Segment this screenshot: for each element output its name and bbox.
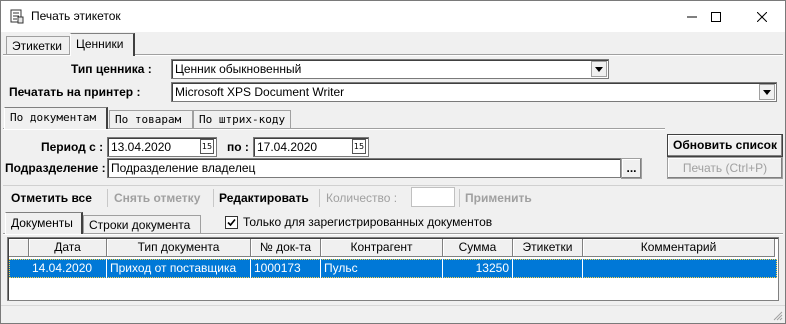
calendar-icon[interactable]: 15	[352, 139, 366, 154]
tab-by-documents[interactable]: По документам	[4, 107, 108, 129]
chevron-down-icon[interactable]	[759, 84, 775, 100]
checkmark-icon	[227, 218, 236, 227]
price-tag-type-select[interactable]: Ценник обыкновенный	[171, 59, 609, 79]
toolbar-divider	[3, 185, 783, 186]
period-from-field[interactable]: 13.04.2020 15	[107, 137, 217, 157]
quantity-input[interactable]	[411, 187, 455, 207]
refresh-list-button[interactable]: Обновить список	[667, 134, 783, 157]
price-tag-type-label: Тип ценника :	[71, 62, 152, 76]
apply-button[interactable]: Применить	[465, 188, 532, 208]
grid-header-doc-number[interactable]: № док-та	[251, 239, 321, 257]
close-button[interactable]	[739, 1, 785, 32]
printer-select[interactable]: Microsoft XPS Document Writer	[171, 82, 777, 102]
period-from-value: 13.04.2020	[111, 140, 172, 154]
title-bar[interactable]: Печать этикеток	[1, 1, 785, 32]
tab-documents[interactable]: Документы	[5, 212, 83, 234]
window-title: Печать этикеток	[31, 9, 121, 23]
grid-header-indicator	[9, 239, 29, 257]
tab-document-lines[interactable]: Строки документа	[83, 215, 201, 235]
period-from-label: Период с :	[41, 140, 104, 154]
period-to-value: 17.04.2020	[257, 140, 318, 154]
documents-grid[interactable]: Дата Тип документа № док-та Контрагент С…	[7, 237, 779, 301]
status-bar	[1, 305, 785, 323]
quantity-label: Количество :	[326, 191, 398, 205]
cell-sum[interactable]: 13250	[443, 259, 513, 278]
cell-date[interactable]: 14.04.2020	[29, 259, 107, 278]
chevron-down-icon[interactable]	[591, 61, 607, 77]
toolbar-separator	[213, 189, 214, 207]
subdivision-field[interactable]: Подразделение владелец	[107, 158, 621, 178]
grid-header-sum[interactable]: Сумма	[443, 239, 513, 257]
subdivision-value: Подразделение владелец	[111, 161, 256, 175]
unmark-button[interactable]: Снять отметку	[114, 188, 200, 208]
grid-header-labels[interactable]: Этикетки	[513, 239, 583, 257]
maximize-button[interactable]	[693, 1, 739, 32]
edit-button[interactable]: Редактировать	[219, 188, 309, 208]
source-tabs-divider	[3, 129, 665, 130]
cell-counterparty[interactable]: Пульс	[321, 259, 443, 278]
cell-comment[interactable]	[583, 259, 775, 278]
cell-labels[interactable]	[513, 259, 583, 278]
cell-doc-number[interactable]: 1000173	[251, 259, 321, 278]
grid-header-counterparty[interactable]: Контрагент	[321, 239, 443, 257]
doc-tabs-divider	[3, 234, 783, 235]
mark-all-button[interactable]: Отметить все	[11, 188, 92, 208]
maximize-icon	[711, 11, 721, 22]
close-icon	[757, 11, 767, 22]
toolbar-separator	[319, 189, 320, 207]
print-labels-window: Печать этикеток Этикетки Ценники Тип цен…	[0, 0, 786, 324]
period-to-label: по :	[227, 140, 249, 154]
printer-label: Печатать на принтер :	[9, 85, 141, 99]
grid-header-doc-type[interactable]: Тип документа	[107, 239, 251, 257]
period-to-field[interactable]: 17.04.2020 15	[253, 137, 369, 157]
resize-grip-icon[interactable]	[771, 309, 783, 321]
printer-value: Microsoft XPS Document Writer	[175, 85, 345, 99]
price-tag-type-value: Ценник обыкновенный	[175, 62, 302, 76]
grid-header-date[interactable]: Дата	[29, 239, 107, 257]
tab-price-tags[interactable]: Ценники	[70, 33, 135, 56]
calendar-icon[interactable]: 15	[200, 139, 214, 154]
app-icon	[10, 9, 24, 24]
cell-doc-type[interactable]: Приход от поставщика	[107, 259, 251, 278]
subdivision-label: Подразделение :	[5, 161, 106, 175]
registered-only-checkbox[interactable]	[225, 216, 238, 229]
tab-by-goods[interactable]: По товарам	[109, 110, 193, 130]
tab-labels[interactable]: Этикетки	[6, 36, 70, 56]
browse-button[interactable]: ...	[621, 158, 642, 179]
print-button[interactable]: Печать (Ctrl+P)	[667, 157, 783, 179]
grid-header-comment[interactable]: Комментарий	[583, 239, 775, 257]
toolbar-separator	[459, 189, 460, 207]
registered-only-label: Только для зарегистрированных документов	[243, 215, 493, 229]
toolbar-separator	[107, 189, 108, 207]
tab-by-barcode[interactable]: По штрих-коду	[193, 110, 291, 130]
